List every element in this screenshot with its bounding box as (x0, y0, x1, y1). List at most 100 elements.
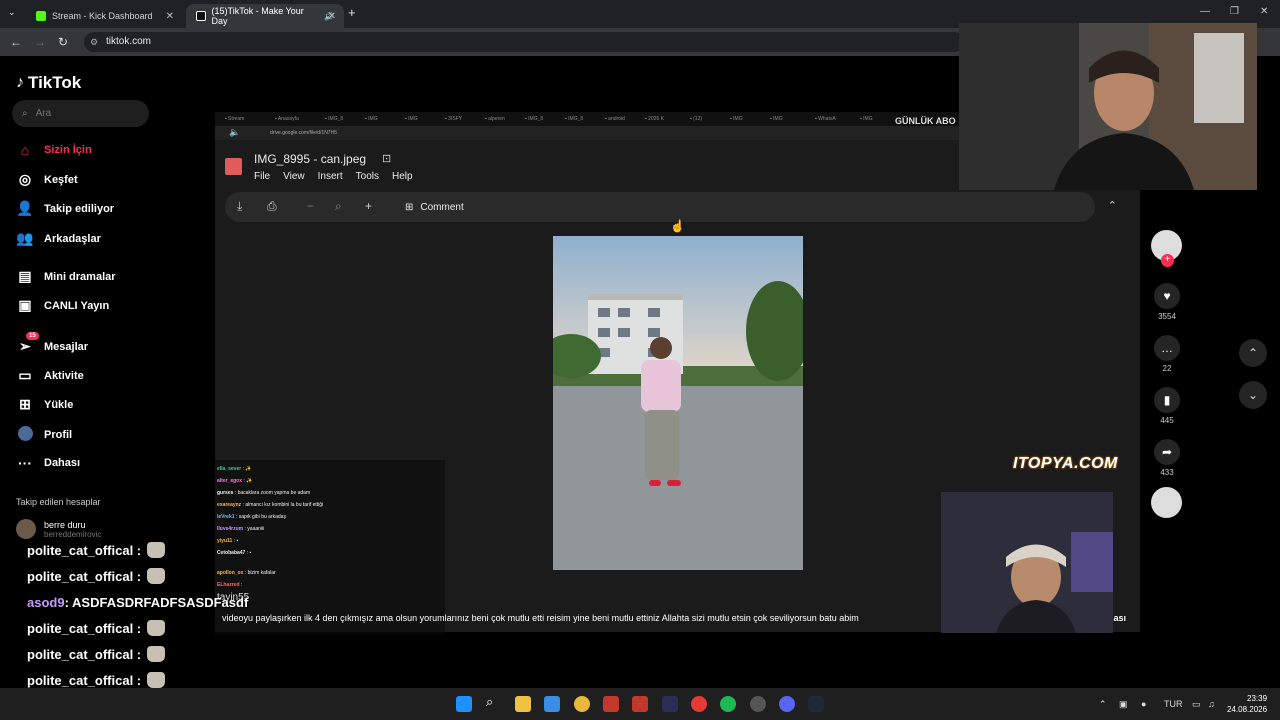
forward-icon[interactable]: → (34, 35, 46, 49)
search-box[interactable]: ⌕ (12, 100, 149, 127)
follow-button[interactable]: + (1161, 254, 1174, 267)
send-icon: ➢ (19, 338, 31, 354)
tray-app-icon[interactable]: ▣ (1119, 699, 1128, 710)
followed-accounts-title: Takip edilen hesaplar (16, 497, 101, 507)
start-icon[interactable] (456, 696, 472, 712)
sponsor-logo: ITOPYA.COM (1013, 455, 1118, 472)
streamer-webcam (959, 23, 1257, 190)
tray-overflow-icon[interactable]: ⌃ (1099, 699, 1107, 710)
nav-takip-ediliyor[interactable]: 👤 Takip ediliyor (16, 200, 114, 217)
user-plus-icon: 👤 (16, 200, 34, 216)
network-icon[interactable]: ▭ (1192, 699, 1201, 710)
microphone-icon[interactable]: ● (1141, 699, 1146, 709)
nav-aktivite[interactable]: ▭ Aktivite (16, 367, 84, 384)
chat-line: alter_egox : ✨ (217, 478, 253, 484)
zoom-icon[interactable]: ⌕ (335, 199, 342, 214)
file-explorer-icon[interactable] (515, 696, 531, 712)
app-icon[interactable] (662, 696, 678, 712)
comment-button[interactable]: ⊞ Comment (405, 192, 464, 222)
download-icon[interactable]: ⤓ (237, 199, 242, 214)
nav-profil[interactable]: Profil (16, 426, 72, 444)
chat-line: yiyu11 : ▪ (217, 538, 239, 544)
cat-emote-icon (147, 672, 166, 688)
search-icon: ⌕ (22, 108, 28, 119)
nav-label: CANLI Yayın (44, 299, 110, 312)
overlay-chat-message: polite_cat_offical : (27, 620, 166, 636)
save-button[interactable]: ▮ 445 (1150, 387, 1184, 425)
nav-label: Mini dramalar (44, 270, 116, 283)
chat-line: gurses : bacaklara zoom yapma be adam (217, 490, 311, 496)
back-icon[interactable]: ← (10, 35, 22, 49)
maximize-icon[interactable]: ❐ (1230, 6, 1239, 17)
close-icon[interactable]: ✕ (166, 11, 174, 22)
menu-view[interactable]: View (283, 171, 305, 182)
comment-icon: … (1154, 335, 1180, 361)
comment-action-button[interactable]: … 22 (1150, 335, 1184, 373)
url-text: tiktok.com (106, 36, 152, 47)
reload-icon[interactable]: ↻ (58, 35, 68, 49)
menu-help[interactable]: Help (392, 171, 413, 182)
app-icon[interactable] (632, 696, 648, 712)
tab-label: (15)TikTok - Make Your Day (211, 6, 304, 26)
menu-tools[interactable]: Tools (356, 171, 379, 182)
windows-taskbar: ⌕ ⌃ ▣ ● TUR ▭ ♫ 23:39 24.08.2026 (0, 688, 1280, 720)
previous-video-button[interactable]: ⌃ (1239, 339, 1267, 367)
nav-mini-dramalar[interactable]: ▤ Mini dramalar (16, 268, 116, 285)
overlay-chat-message: asod9: ASDFASDRFADFSASDFasdf (27, 595, 249, 610)
bookmark-icon: ▮ (1154, 387, 1180, 413)
nav-label: Mesajlar (44, 340, 89, 353)
music-disc-avatar[interactable] (1151, 487, 1182, 518)
tiktok-icon (196, 11, 206, 21)
chevron-up-icon[interactable]: ⌃ (1108, 199, 1117, 212)
nav-yukle[interactable]: ⊞ Yükle (16, 396, 73, 413)
system-clock[interactable]: 23:39 24.08.2026 (1227, 693, 1267, 715)
tab-kick[interactable]: Stream - Kick Dashboard ✕ (26, 4, 182, 28)
nav-label: Sizin İçin (44, 144, 92, 156)
print-icon[interactable]: ⎙ (267, 199, 277, 214)
photo-illustration (553, 236, 803, 570)
media-icon[interactable] (691, 696, 707, 712)
tiktok-logo[interactable]: ♪ TikTok (16, 73, 81, 93)
app-icon[interactable] (603, 696, 619, 712)
screen: ⌄ Stream - Kick Dashboard ✕ (15)TikTok -… (0, 0, 1280, 720)
close-icon[interactable]: ✕ (328, 11, 336, 22)
next-video-button[interactable]: ⌄ (1239, 381, 1267, 409)
address-input[interactable]: ⚙ tiktok.com (84, 32, 964, 52)
zoom-in-icon[interactable]: + (365, 199, 372, 213)
chrome-icon[interactable] (574, 696, 590, 712)
nav-kesfet[interactable]: ◎ Keşfet (16, 171, 78, 188)
avatar (16, 519, 36, 539)
photos-icon[interactable] (544, 696, 560, 712)
nav-sizin-icin[interactable]: ⌂ Sizin İçin (16, 142, 92, 158)
minimize-icon[interactable]: — (1200, 6, 1210, 17)
zoom-out-icon[interactable]: − (307, 199, 314, 213)
viewer-toolbar: ⤓ ⎙ − ⌕ + ⊞ Comment ⌃ (225, 192, 1117, 222)
steam-icon[interactable] (808, 696, 824, 712)
menu-insert[interactable]: Insert (318, 171, 343, 182)
settings-icon[interactable] (750, 696, 766, 712)
discord-icon[interactable] (779, 696, 795, 712)
account-name: berre duru (44, 519, 86, 530)
language-indicator[interactable]: TUR (1164, 699, 1183, 709)
menu-file[interactable]: File (254, 171, 270, 182)
search-input[interactable] (35, 108, 126, 119)
nav-dahasi[interactable]: ··· Dahası (16, 455, 80, 471)
spotify-icon[interactable] (720, 696, 736, 712)
new-tab-button[interactable]: + (348, 5, 356, 20)
logo-text: TikTok (28, 73, 82, 92)
search-icon[interactable]: ⌕ (486, 694, 502, 710)
followed-account[interactable]: berre duru berreddemirovic (16, 519, 101, 539)
site-info-icon[interactable]: ⚙ (90, 32, 98, 52)
close-window-icon[interactable]: ✕ (1260, 6, 1268, 17)
nav-mesajlar[interactable]: ➢ 15 Mesajlar (16, 332, 89, 355)
nav-label: Aktivite (44, 369, 84, 382)
tab-list-icon[interactable]: ⌄ (8, 7, 16, 18)
account-username: berreddemirovic (44, 529, 102, 539)
nav-canli-yayin[interactable]: ▣ CANLI Yayın (16, 297, 109, 314)
share-button[interactable]: ➦ 433 (1150, 439, 1184, 477)
nav-arkadaslar[interactable]: 👥 Arkadaşlar (16, 230, 101, 247)
like-button[interactable]: ♥ 3554 (1150, 283, 1184, 321)
nav-label: Keşfet (44, 173, 78, 186)
volume-icon[interactable]: ♫ (1208, 699, 1215, 709)
tab-tiktok[interactable]: (15)TikTok - Make Your Day 🔊 ✕ (186, 4, 344, 28)
